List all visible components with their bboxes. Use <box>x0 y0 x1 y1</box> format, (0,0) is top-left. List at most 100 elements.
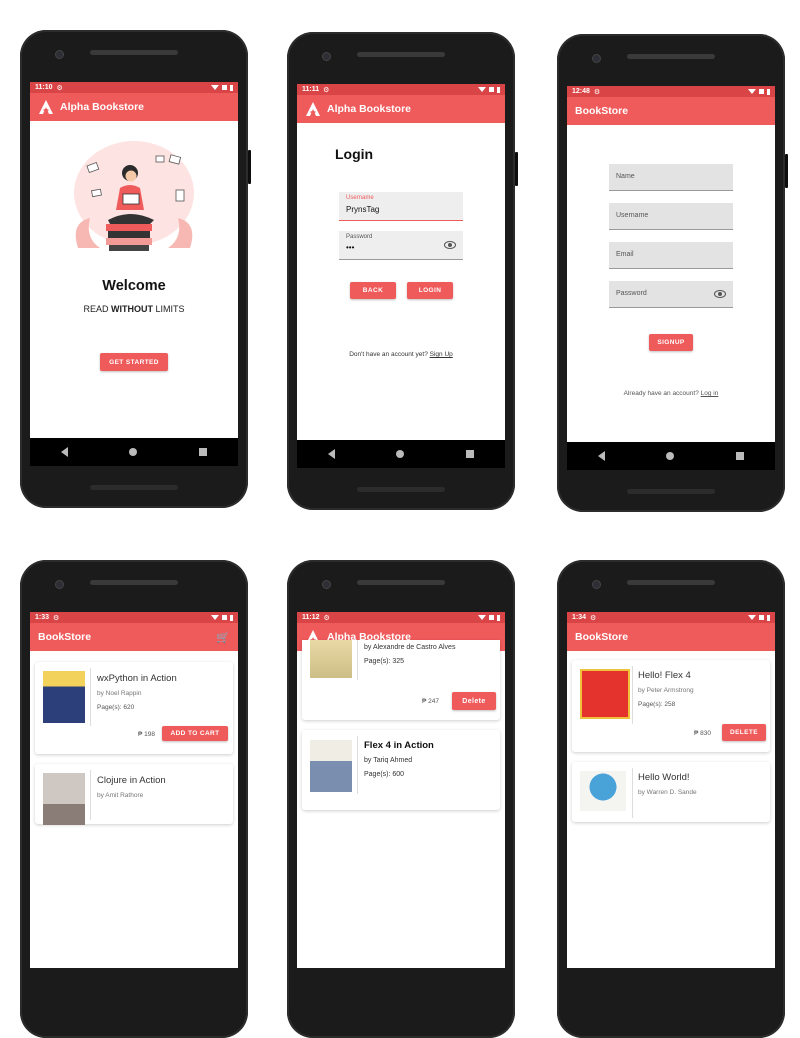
login-heading: Login <box>335 146 374 162</box>
side-button <box>248 150 251 184</box>
status-bar: 11:11 ⚙ <box>297 84 505 95</box>
phone-login: 11:11 ⚙ Alpha Bookstore Login Username P… <box>287 32 518 510</box>
settings-status-icon: ⚙ <box>590 614 597 622</box>
camera <box>592 54 601 63</box>
status-time: 11:10 <box>35 84 53 91</box>
welcome-tagline: READ WITHOUT LIMITS <box>83 304 185 314</box>
login-screen: 11:11 ⚙ Alpha Bookstore Login Username P… <box>297 84 505 440</box>
welcome-heading: Welcome <box>102 278 166 294</box>
app-title: Alpha Bookstore <box>60 101 145 113</box>
book-price: ₱ 830 <box>694 730 711 737</box>
username-placeholder: Username <box>616 212 649 219</box>
status-bar: 11:10 ⚙ <box>30 82 238 93</box>
admin-screen: 11:12 ⚙ Alpha Bookstore by Alexandre de … <box>297 612 505 968</box>
add-to-cart-button[interactable]: ADD TO CART <box>162 726 228 741</box>
eye-icon[interactable] <box>714 290 726 298</box>
book-card[interactable]: Hello! Flex 4 by Peter Armstrong Page(s)… <box>572 660 770 752</box>
app-title: BookStore <box>575 631 629 643</box>
name-field[interactable]: Name <box>609 164 733 191</box>
eye-icon[interactable] <box>444 241 456 249</box>
app-title: BookStore <box>38 631 92 643</box>
back-nav-icon[interactable] <box>327 449 335 459</box>
book-cover-image <box>310 640 352 678</box>
username-value: PrynsTag <box>346 205 380 214</box>
book-cover-image <box>43 773 85 825</box>
divider <box>357 640 358 680</box>
login-link[interactable]: Log in <box>701 390 719 397</box>
recents-nav-icon[interactable] <box>466 450 475 458</box>
home-nav-icon[interactable] <box>666 452 675 460</box>
back-nav-icon[interactable] <box>597 451 605 461</box>
book-card[interactable]: Hello World! by Warren D. Sande <box>572 762 770 822</box>
speaker <box>357 52 445 57</box>
status-icons <box>211 614 233 621</box>
username-field[interactable]: Username PrynsTag <box>339 192 463 221</box>
phone-store: 1:33 ⚙ BookStore 🛒 wxPython in Action by… <box>20 560 248 1038</box>
book-pages: Page(s): 258 <box>638 701 676 708</box>
get-started-button[interactable]: GET STARTED <box>100 353 168 371</box>
book-price: ₱ 198 <box>138 731 155 738</box>
password-field[interactable]: Password ••• <box>339 231 463 260</box>
cart-icon[interactable]: 🛒 <box>216 631 230 644</box>
book-author: by Noel Rappin <box>97 690 142 697</box>
status-time: 1:34 <box>572 614 587 621</box>
divider <box>357 736 358 794</box>
book-pages: Page(s): 600 <box>364 771 405 778</box>
book-card[interactable]: Clojure in Action by Amit Rathore <box>35 764 233 825</box>
app-bar: BookStore <box>567 97 775 125</box>
book-author: by Warren D. Sande <box>638 789 697 796</box>
book-card[interactable]: Flex 4 in Action by Tariq Ahmed Page(s):… <box>302 730 500 810</box>
status-bar: 12:48 ⚙ <box>567 86 775 97</box>
welcome-screen: 11:10 ⚙ Alpha Bookstore Welcome READ WIT… <box>30 82 238 438</box>
app-title: Alpha Bookstore <box>327 103 412 115</box>
speaker <box>357 580 445 585</box>
delete-button[interactable]: Delete <box>452 692 496 710</box>
book-cover-image <box>43 671 85 723</box>
recents-nav-icon[interactable] <box>199 448 208 456</box>
status-time: 12:48 <box>572 88 590 95</box>
recents-nav-icon[interactable] <box>736 452 745 460</box>
speaker <box>90 50 178 55</box>
side-button <box>515 152 518 186</box>
email-placeholder: Email <box>616 251 634 258</box>
side-button <box>785 154 788 188</box>
home-nav-icon[interactable] <box>396 450 405 458</box>
username-field[interactable]: Username <box>609 203 733 230</box>
app-bar: Alpha Bookstore <box>297 95 505 123</box>
store-screen: 1:33 ⚙ BookStore 🛒 wxPython in Action by… <box>30 612 238 968</box>
email-field[interactable]: Email <box>609 242 733 269</box>
status-bar: 1:33 ⚙ <box>30 612 238 623</box>
book-title: wxPython in Action <box>97 673 177 684</box>
app-bar: BookStore 🛒 <box>30 623 238 651</box>
signup-button[interactable]: SIGNUP <box>649 334 693 351</box>
divider <box>90 770 91 820</box>
back-nav-icon[interactable] <box>60 447 68 457</box>
back-button[interactable]: BACK <box>350 282 396 299</box>
book-card[interactable]: wxPython in Action by Noel Rappin Page(s… <box>35 662 233 754</box>
settings-status-icon: ⚙ <box>323 86 330 94</box>
phone-signup: 12:48 ⚙ BookStore Name Username Email Pa… <box>557 34 788 512</box>
settings-status-icon: ⚙ <box>56 84 63 92</box>
signup-link[interactable]: Sign Up <box>430 351 453 358</box>
book-pages: Page(s): 620 <box>97 704 135 711</box>
signup-prompt: Don't have an account yet? Sign Up <box>349 351 453 358</box>
book-card[interactable]: by Alexandre de Castro Alves Page(s): 32… <box>302 640 500 720</box>
speaker <box>627 54 715 59</box>
password-value: ••• <box>346 243 355 252</box>
chin-speaker <box>90 485 178 490</box>
login-button[interactable]: LOGIN <box>407 282 453 299</box>
system-nav-bar <box>30 438 238 466</box>
camera <box>322 580 331 589</box>
book-title: Clojure in Action <box>97 775 166 786</box>
book-title: Flex 4 in Action <box>364 740 434 751</box>
password-field[interactable]: Password <box>609 281 733 308</box>
camera <box>592 580 601 589</box>
divider <box>90 668 91 726</box>
home-nav-icon[interactable] <box>129 448 138 456</box>
book-author: by Tariq Ahmed <box>364 757 413 764</box>
password-label: Password <box>346 234 373 240</box>
chin-speaker <box>357 487 445 492</box>
delete-button[interactable]: DELETE <box>722 724 766 741</box>
system-nav-bar <box>567 442 775 470</box>
system-nav-bar <box>297 440 505 468</box>
